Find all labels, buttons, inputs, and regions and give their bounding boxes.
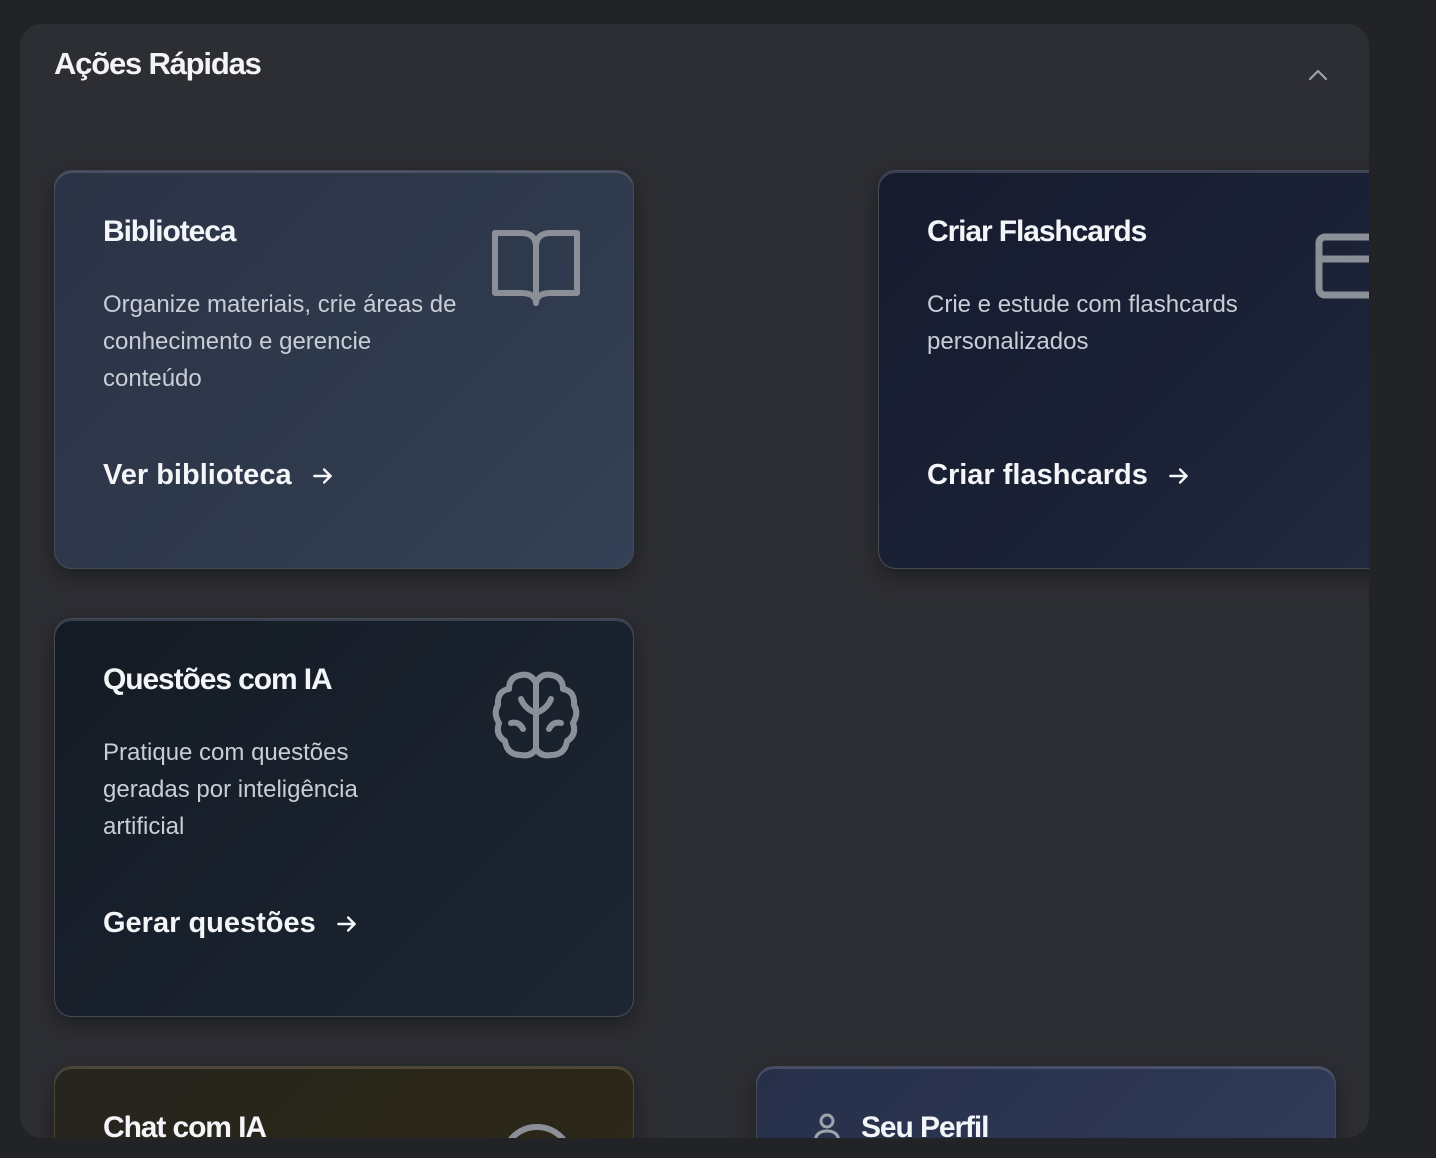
arrow-right-icon [1168,467,1188,484]
user-icon [813,1113,841,1138]
card-chat-ia[interactable]: Chat com IA [54,1066,634,1138]
chevron-up-icon [1308,69,1328,81]
link-label: Gerar questões [103,907,316,939]
arrow-right-icon [312,467,332,484]
card-questoes-ia[interactable]: Questões com IA Pratique com questões ge… [54,618,634,1017]
brain-icon [491,669,581,761]
card-title: Chat com IA [103,1111,267,1138]
card-seu-perfil[interactable]: Seu Perfil [756,1066,1336,1138]
card-description: Pratique com questões geradas por inteli… [103,739,358,840]
card-title: Questões com IA [103,663,333,696]
criar-flashcards-link[interactable]: Criar flashcards [927,459,1192,492]
quick-actions-panel: Ações Rápidas Biblioteca Organize materi… [20,24,1369,1138]
book-open-icon [491,227,581,309]
card-title: Criar Flashcards [927,215,1147,248]
card-description: Organize materiais, crie áreas de conhec… [103,291,457,392]
chat-icon [497,1121,577,1138]
link-label: Criar flashcards [927,459,1148,491]
cards-icon [1315,233,1369,303]
panel-title: Ações Rápidas [54,46,262,81]
card-title: Biblioteca [103,215,236,248]
collapse-button[interactable] [1300,60,1336,90]
arrow-right-icon [336,915,356,932]
link-label: Ver biblioteca [103,459,292,491]
gerar-questoes-link[interactable]: Gerar questões [103,907,360,940]
card-title: Seu Perfil [861,1111,989,1138]
card-description: Crie e estude com flashcards personaliza… [927,291,1238,355]
card-biblioteca[interactable]: Biblioteca Organize materiais, crie área… [54,170,634,569]
ver-biblioteca-link[interactable]: Ver biblioteca [103,459,336,492]
card-criar-flashcards[interactable]: Criar Flashcards Crie e estude com flash… [878,170,1369,569]
